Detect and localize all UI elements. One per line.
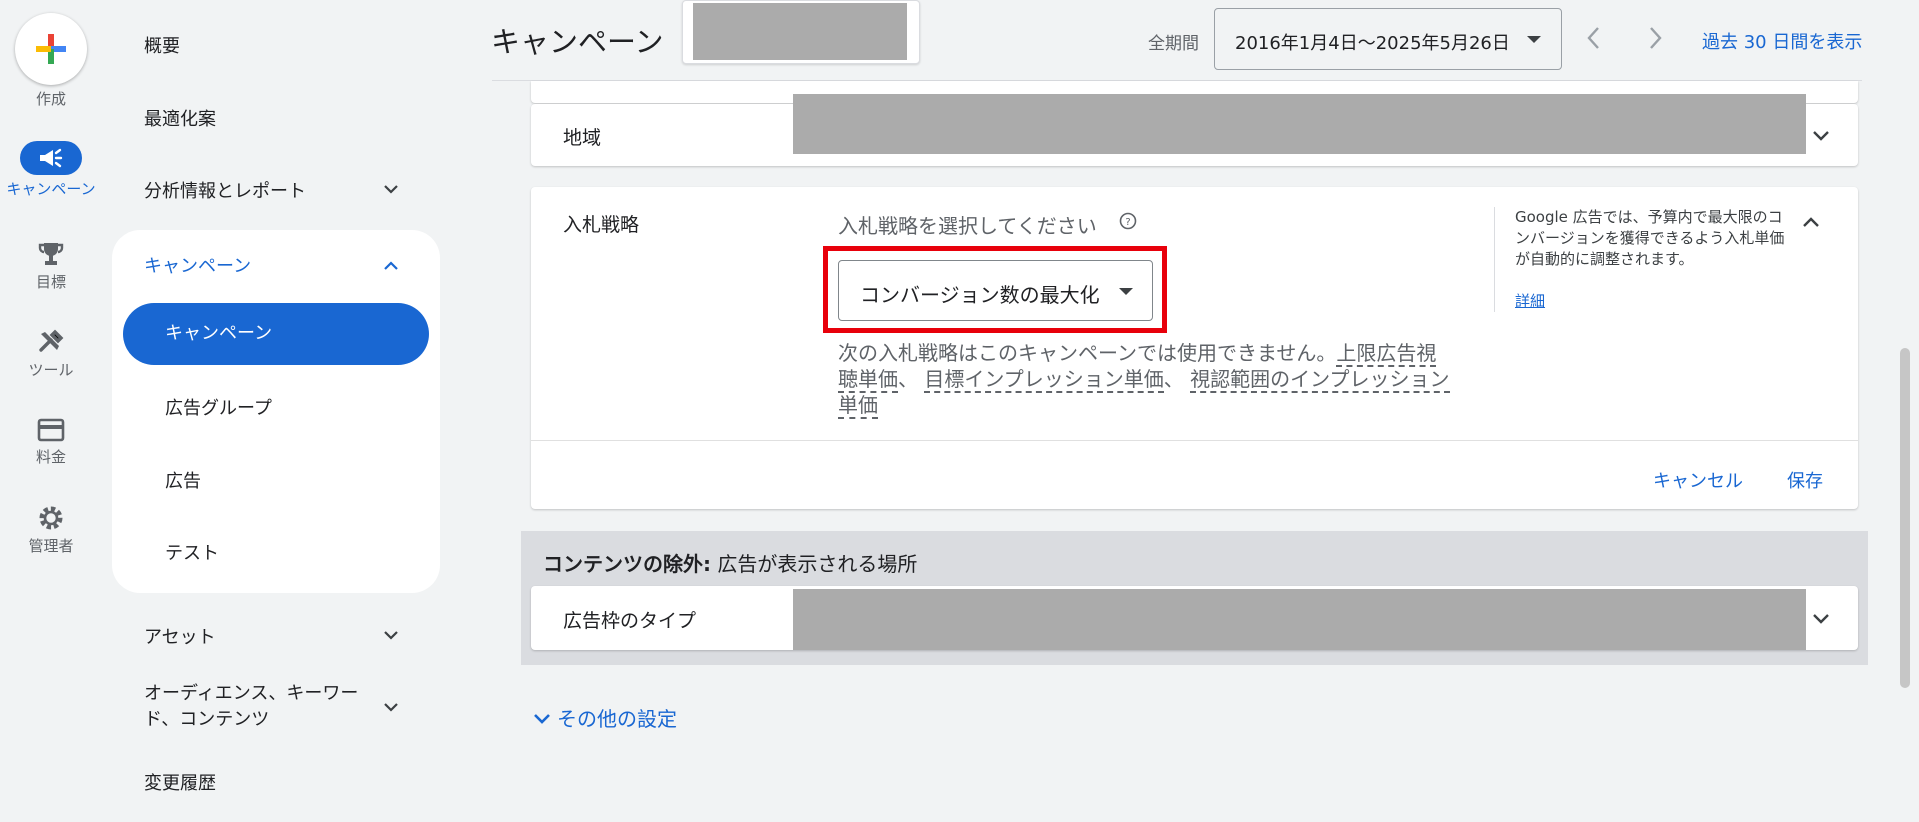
exclusions-title-rest: 広告が表示される場所 (711, 552, 918, 576)
nav-item-change-history[interactable]: 変更履歴 (144, 769, 216, 795)
chevron-right-icon[interactable] (1644, 24, 1666, 52)
create-label: 作成 (35, 90, 66, 108)
nav-item-test[interactable]: テスト (165, 539, 219, 565)
rail-item-campaigns[interactable]: キャンペーン (0, 141, 102, 198)
rail-item-billing[interactable]: 料金 (0, 417, 102, 467)
more-settings-toggle[interactable]: その他の設定 (531, 703, 677, 732)
link-vcpm[interactable]: 視認範囲のインプレッション (1190, 367, 1450, 393)
tools-icon (0, 328, 102, 356)
chevron-up-icon[interactable] (382, 257, 400, 275)
nav-audiences-line2: ド、コンテンツ (144, 709, 270, 730)
nav-audiences-line1: オーディエンス、キーワー (144, 683, 359, 704)
nav-group-campaigns[interactable]: キャンペーン (144, 252, 251, 278)
dropdown-arrow-icon (1527, 36, 1541, 43)
create-button[interactable] (15, 13, 87, 85)
rail-item-tools[interactable]: ツール (0, 328, 102, 380)
last-30-days-link[interactable]: 過去 30 日間を表示 (1702, 28, 1862, 54)
unavailable-prefix: 次の入札戦略はこのキャンペーンでは使用できません。 (838, 341, 1337, 365)
unavailable-strategies-note: 次の入札戦略はこのキャンペーンでは使用できません。上限広告視 聴単価、 目標イン… (838, 340, 1478, 419)
date-range-value: 2016年1月4日～2025年5月26日 (1235, 33, 1510, 54)
rail-label-billing: 料金 (35, 448, 66, 466)
nav-item-overview[interactable]: 概要 (144, 32, 180, 58)
separator: 、 (898, 367, 918, 391)
chevron-down-icon[interactable] (382, 180, 400, 198)
scrollbar[interactable] (1900, 348, 1910, 688)
more-settings-label: その他の設定 (557, 707, 677, 731)
details-link[interactable]: 詳細 (1515, 290, 1545, 311)
period-label: 全期間 (1148, 34, 1199, 54)
side-navigation: 概要 最適化案 分析情報とレポート キャンペーン キャンペーン 広告グループ 広… (102, 0, 452, 822)
svg-text:?: ? (1125, 217, 1130, 228)
help-icon[interactable]: ? (1119, 212, 1137, 230)
cancel-button[interactable]: キャンセル (1653, 467, 1743, 493)
region-label: 地域 (563, 127, 602, 149)
redacted-region (793, 589, 1806, 650)
bidding-prompt: 入札戦略を選択してください (838, 214, 1097, 238)
nav-item-audiences[interactable]: オーディエンス、キーワー ド、コンテンツ (144, 681, 358, 733)
gear-icon (0, 504, 102, 532)
link-target-cpm[interactable]: 目標インプレッション単価 (924, 367, 1164, 393)
redacted-region (793, 94, 1806, 154)
save-button[interactable]: 保存 (1787, 467, 1823, 493)
nav-item-campaigns-selected[interactable]: キャンペーン (123, 303, 429, 365)
card-divider (531, 440, 1858, 441)
bid-strategy-value: コンバージョン数の最大化 (860, 283, 1100, 307)
link-vcpm-cont[interactable]: 単価 (838, 393, 878, 419)
chevron-down-icon[interactable] (1810, 124, 1832, 146)
trophy-icon (0, 240, 102, 268)
icon-rail: 作成 キャンペーン 目標 ツール 料金 管理者 (0, 0, 102, 822)
rail-label-campaigns: キャンペーン (6, 180, 96, 198)
plus-icon (36, 34, 66, 64)
content-exclusions-title: コンテンツの除外: 広告が表示される場所 (543, 548, 917, 577)
nav-item-recommendations[interactable]: 最適化案 (144, 105, 216, 131)
side-divider (1494, 207, 1495, 312)
chevron-down-icon (534, 713, 550, 724)
megaphone-icon (20, 141, 82, 175)
page-title: キャンペーン (491, 25, 664, 59)
link-max-cpv-cont[interactable]: 聴単価 (838, 367, 898, 393)
bidding-label: 入札戦略 (563, 214, 640, 236)
nav-item-insights[interactable]: 分析情報とレポート (144, 177, 306, 203)
rail-item-admin[interactable]: 管理者 (0, 504, 102, 556)
nav-item-ads[interactable]: 広告 (165, 467, 201, 493)
campaigns-nav-group: キャンペーン キャンペーン 広告グループ 広告 テスト (112, 230, 440, 593)
chevron-down-icon[interactable] (382, 626, 400, 644)
dropdown-arrow-icon (1119, 288, 1133, 295)
date-range-picker[interactable]: 2016年1月4日～2025年5月26日 (1214, 8, 1562, 70)
link-max-cpv[interactable]: 上限広告視 (1336, 341, 1437, 367)
rail-item-goals[interactable]: 目標 (0, 240, 102, 292)
rail-label-admin: 管理者 (28, 537, 74, 555)
inventory-type-label: 広告枠のタイプ (563, 610, 697, 632)
separator: 、 (1163, 367, 1184, 391)
chevron-up-icon[interactable] (1800, 211, 1822, 233)
bidding-help-text: Google 広告では、予算内で最大限のコンバージョンを獲得できるよう入札単価が… (1515, 208, 1785, 268)
inventory-type-row[interactable]: 広告枠のタイプ (531, 586, 1858, 650)
rail-label-tools: ツール (28, 361, 74, 379)
nav-item-ad-groups[interactable]: 広告グループ (165, 394, 272, 420)
region-row[interactable]: 地域 (531, 94, 1858, 166)
nav-item-assets[interactable]: アセット (144, 623, 216, 649)
credit-card-icon (0, 417, 102, 443)
redacted-region (693, 3, 907, 60)
bid-strategy-dropdown[interactable]: コンバージョン数の最大化 (838, 260, 1153, 321)
rail-label-goals: 目標 (35, 273, 66, 291)
campaign-selector[interactable] (682, 0, 920, 64)
exclusions-title-bold: コンテンツの除外: (543, 552, 711, 576)
chevron-down-icon[interactable] (382, 698, 400, 716)
chevron-down-icon[interactable] (1810, 607, 1832, 629)
chevron-left-icon[interactable] (1583, 24, 1605, 52)
